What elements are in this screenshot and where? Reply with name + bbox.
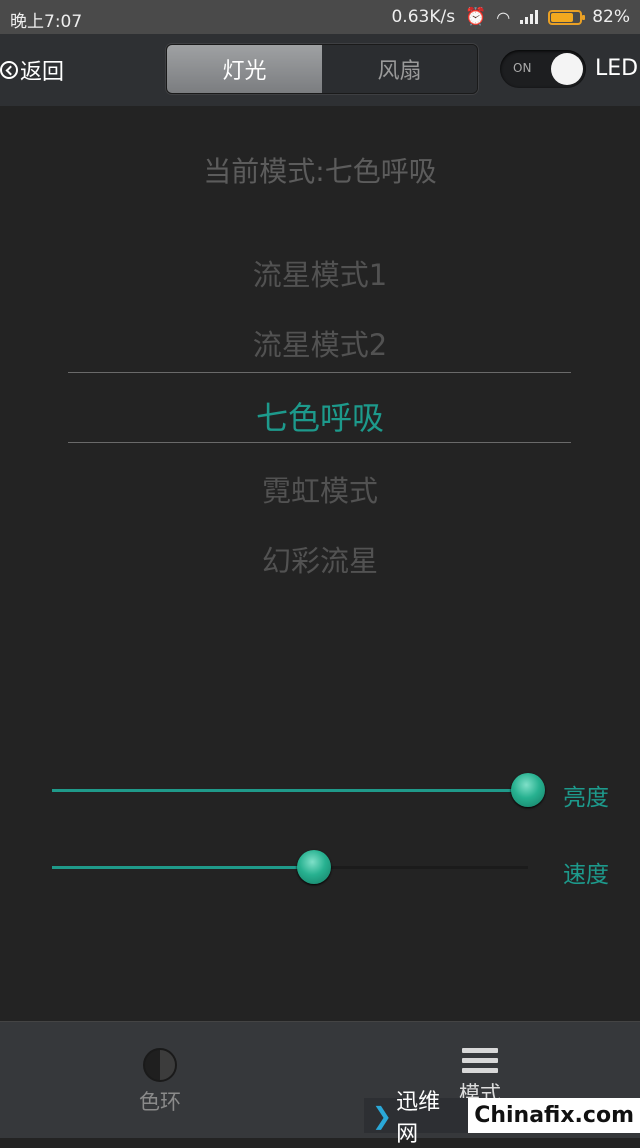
slider-fill [52,866,314,869]
toggle-state-text: ON [513,61,532,75]
mode-picker-item-selected[interactable]: 七色呼吸 [0,393,640,439]
back-label: 返回 [20,60,65,85]
mode-picker-item[interactable]: 幻彩流星 [0,538,640,580]
picker-divider-top [68,372,571,373]
speed-label: 速度 [563,862,609,888]
back-button[interactable]: 返回 [0,54,64,86]
battery-icon [548,9,586,25]
status-bar: 晚上7:07 0.63K/s ⏰ ◠ 82% [0,0,640,34]
watermark-cn: ❯ 迅维网 [364,1090,469,1147]
slider-fill [52,789,528,792]
nav-color-ring[interactable]: 色环 [100,1048,220,1116]
watermark: ❯ 迅维网 Chinafix.com [364,1090,640,1147]
tab-light[interactable]: 灯光 [167,45,322,93]
color-ring-icon [143,1048,177,1082]
nav-color-ring-label: 色环 [139,1090,181,1114]
slider-thumb[interactable] [296,850,331,884]
brightness-slider[interactable] [52,773,545,807]
signal-icon [520,10,539,24]
network-speed: 0.63K/s [391,7,456,27]
watermark-cn-text: 迅维网 [396,1089,441,1147]
picker-divider-bottom [68,442,571,443]
tab-fan[interactable]: 风扇 [322,45,477,93]
status-right: 0.63K/s ⏰ ◠ 82% [391,7,630,27]
battery-percent: 82% [592,7,630,27]
mode-picker-item[interactable]: 霓虹模式 [0,468,640,510]
mode-picker-item[interactable]: 流星模式1 [0,252,640,294]
toggle-knob [551,53,583,85]
alarm-icon: ⏰ [465,7,487,27]
current-mode-label: 当前模式:七色呼吸 [203,155,437,188]
wifi-icon: ◠ [496,7,511,27]
speed-slider[interactable] [52,850,528,884]
brightness-label: 亮度 [563,785,609,811]
led-toggle[interactable]: ON [500,50,586,88]
watermark-arrow-icon: ❯ [372,1101,393,1130]
menu-icon [462,1048,498,1073]
segmented-tabs: 灯光 风扇 [166,44,478,94]
slider-thumb[interactable] [511,773,545,807]
mode-picker-item[interactable]: 流星模式2 [0,322,640,364]
nav-bar: 返回 灯光 风扇 ON LED [0,34,640,106]
back-arrow-icon [0,61,18,79]
led-label: LED [595,56,639,81]
status-time: 晚上7:07 [10,12,83,32]
watermark-en: Chinafix.com [468,1098,640,1133]
